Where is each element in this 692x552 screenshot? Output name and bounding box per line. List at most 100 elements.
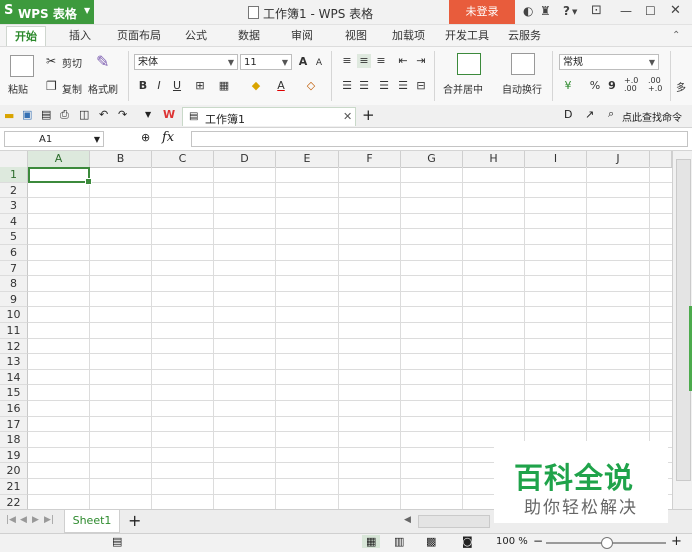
decrease-font-icon[interactable]: A — [312, 56, 326, 70]
format-painter-button[interactable]: 格式刷 — [88, 81, 118, 96]
row-header[interactable]: 1 — [0, 167, 28, 183]
italic-button[interactable]: I — [152, 79, 166, 93]
wrap-text-icon[interactable] — [511, 53, 535, 75]
cell-style-icon[interactable]: ▦ — [217, 79, 231, 93]
zoom-out-icon[interactable]: − — [533, 534, 543, 548]
border-icon[interactable]: ⊞ — [193, 79, 207, 93]
ribbon-overflow-icon[interactable]: 多 — [676, 79, 686, 94]
tab-view[interactable]: 视图 — [345, 26, 367, 46]
font-size-select[interactable]: 11 ▼ — [240, 54, 292, 70]
normal-view-icon[interactable]: ▦ — [362, 535, 381, 548]
document-tab[interactable]: ▤ 工作簿1 ✕ — [182, 107, 356, 126]
last-sheet-icon[interactable]: ▶| — [44, 515, 54, 525]
row-header[interactable]: 3 — [0, 198, 28, 214]
decrease-indent-icon[interactable]: ⇤ — [396, 54, 410, 68]
redo-icon[interactable]: ↷ — [118, 108, 127, 121]
align-right-icon[interactable]: ☰ — [377, 79, 391, 93]
row-header[interactable]: 4 — [0, 213, 28, 230]
align-left-icon[interactable]: ☰ — [340, 79, 354, 93]
vertical-scrollbar[interactable] — [672, 151, 692, 509]
row-header[interactable]: 12 — [0, 338, 28, 355]
prev-sheet-icon[interactable]: ◀ — [20, 515, 27, 525]
tab-formulas[interactable]: 公式 — [185, 26, 207, 46]
increase-indent-icon[interactable]: ⇥ — [414, 54, 428, 68]
row-header[interactable]: 13 — [0, 354, 28, 370]
close-icon[interactable]: ✕ — [670, 3, 681, 18]
column-header[interactable]: F — [339, 151, 401, 167]
new-tab-icon[interactable]: + — [362, 106, 375, 124]
print-preview-icon[interactable]: ◫ — [79, 108, 89, 121]
close-tab-icon[interactable]: ✕ — [343, 110, 352, 123]
decrease-decimal-button[interactable]: .00 +.0 — [648, 77, 666, 93]
tab-insert[interactable]: 插入 — [69, 26, 91, 46]
percent-button[interactable]: % — [588, 79, 602, 93]
tab-home[interactable]: 开始 — [6, 26, 46, 47]
comma-style-button[interactable]: 9 — [605, 79, 619, 93]
column-header[interactable]: I — [525, 151, 587, 167]
row-header[interactable]: 19 — [0, 447, 28, 464]
font-name-select[interactable]: 宋体 ▼ — [134, 54, 238, 70]
tab-list-icon[interactable]: D — [564, 108, 572, 121]
row-header[interactable]: 10 — [0, 307, 28, 323]
scissors-icon[interactable]: ✂ — [46, 54, 56, 68]
distributed-align-icon[interactable]: ⊟ — [414, 79, 428, 93]
horizontal-scrollbar-thumb[interactable] — [418, 515, 490, 528]
wps-tab-logo-icon[interactable]: W — [163, 108, 175, 121]
bold-button[interactable]: B — [136, 79, 150, 93]
zoom-level[interactable]: 100 % — [496, 536, 528, 547]
help-icon[interactable]: ? — [563, 4, 570, 18]
app-menu-button[interactable]: S WPS 表格 ▼ — [0, 0, 94, 24]
column-header[interactable]: E — [276, 151, 339, 167]
row-header[interactable]: 5 — [0, 229, 28, 245]
align-bottom-icon[interactable]: ≡ — [374, 54, 388, 68]
align-center-icon[interactable]: ☰ — [357, 79, 371, 93]
column-header[interactable]: C — [152, 151, 214, 167]
find-command-link[interactable]: 点此查找命令 — [622, 109, 682, 124]
currency-icon[interactable]: ¥ — [561, 79, 575, 93]
tab-data[interactable]: 数据 — [238, 26, 260, 46]
reading-mode-icon[interactable]: ◙ — [462, 535, 473, 548]
login-button[interactable]: 未登录 — [449, 0, 515, 24]
zoom-formula-icon[interactable]: ⊕ — [141, 131, 150, 144]
font-color-icon[interactable]: A — [274, 79, 288, 93]
column-header[interactable]: G — [401, 151, 463, 167]
skin-icon[interactable]: ◐ — [523, 4, 533, 18]
customize-toolbar-icon[interactable]: ▼ — [145, 110, 151, 119]
align-middle-icon[interactable]: ≡ — [357, 54, 371, 68]
add-sheet-icon[interactable]: + — [128, 511, 141, 530]
row-header[interactable]: 9 — [0, 291, 28, 308]
row-header[interactable]: 21 — [0, 479, 28, 495]
page-break-view-icon[interactable]: ▥ — [394, 535, 404, 548]
row-header[interactable]: 15 — [0, 385, 28, 401]
copy-button[interactable]: 复制 — [62, 81, 82, 96]
tab-cloud[interactable]: 云服务 — [508, 26, 541, 46]
share-icon[interactable]: ↗ — [585, 108, 594, 121]
row-header[interactable]: 8 — [0, 276, 28, 292]
zoom-slider-knob[interactable] — [601, 537, 613, 549]
page-layout-view-icon[interactable]: ▩ — [426, 535, 436, 548]
merge-center-button[interactable]: 合并居中 — [443, 81, 483, 96]
row-header[interactable]: 18 — [0, 432, 28, 448]
increase-decimal-button[interactable]: +.0 .00 — [624, 77, 642, 93]
function-wizard-button[interactable]: fx — [162, 130, 174, 145]
row-header[interactable]: 6 — [0, 245, 28, 261]
wrap-text-button[interactable]: 自动换行 — [502, 81, 542, 96]
minimize-icon[interactable]: — — [620, 4, 632, 18]
shirt-icon[interactable]: ♜ — [540, 4, 551, 18]
row-header[interactable]: 14 — [0, 369, 28, 386]
save-icon[interactable]: ▣ — [22, 108, 32, 121]
export-pdf-icon[interactable]: ▤ — [41, 108, 51, 121]
tab-addins[interactable]: 加载项 — [392, 26, 425, 46]
paste-icon[interactable] — [10, 55, 34, 77]
justify-icon[interactable]: ☰ — [396, 79, 410, 93]
name-box[interactable]: A1 ▼ — [4, 131, 104, 147]
first-sheet-icon[interactable]: |◀ — [6, 515, 16, 525]
formula-input[interactable] — [191, 131, 688, 147]
column-header[interactable]: J — [587, 151, 650, 167]
tab-developer[interactable]: 开发工具 — [445, 26, 489, 46]
paste-button[interactable]: 粘贴 — [8, 81, 28, 96]
tab-page-layout[interactable]: 页面布局 — [117, 26, 161, 46]
macro-record-icon[interactable]: ▤ — [112, 535, 122, 548]
active-cell[interactable] — [28, 167, 92, 185]
row-header[interactable]: 22 — [0, 494, 28, 509]
